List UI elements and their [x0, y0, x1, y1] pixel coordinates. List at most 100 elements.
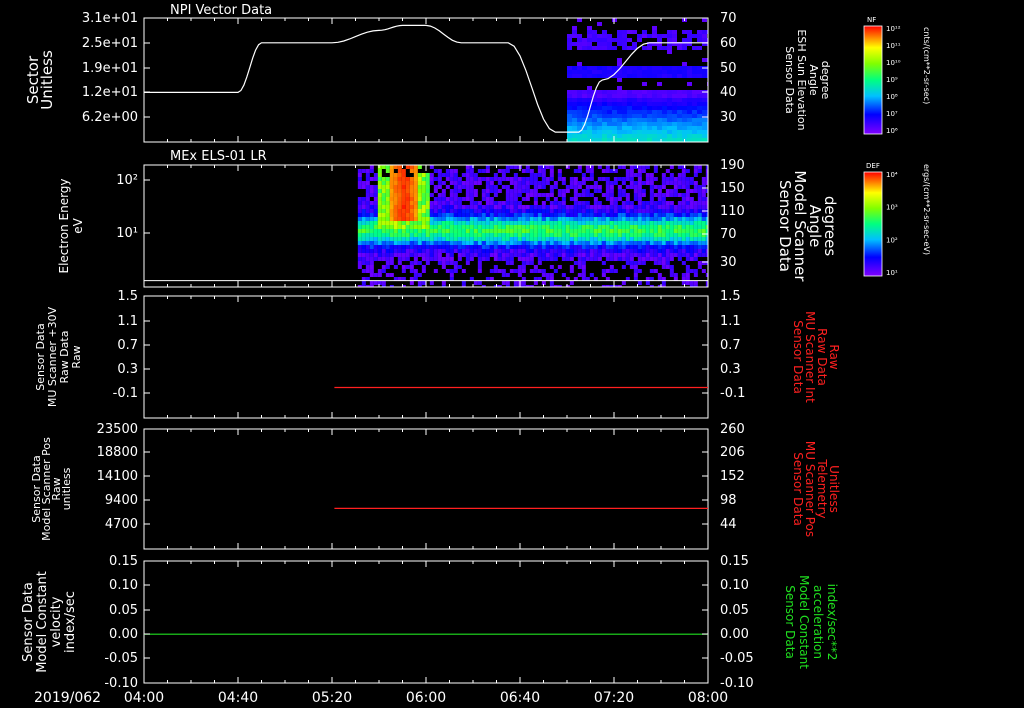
spectrogram-cell: [687, 74, 692, 78]
spectrogram-cell: [525, 261, 530, 265]
spectrogram-cell: [649, 253, 654, 257]
spectrogram-cell: [581, 225, 586, 229]
spectrogram-cell: [617, 205, 622, 209]
spectrogram-cell: [441, 261, 446, 265]
spectrogram-cell: [661, 229, 666, 233]
spectrogram-cell: [632, 138, 637, 142]
spectrogram-cell: [637, 34, 642, 38]
spectrogram-cell: [593, 225, 598, 229]
spectrogram-cell: [457, 197, 462, 201]
spectrogram-cell: [662, 106, 667, 110]
spectrogram-cell: [361, 209, 366, 213]
spectrogram-cell: [557, 237, 562, 241]
colorbar-tick-label: 10¹¹: [886, 42, 901, 50]
spectrogram-cell: [585, 237, 590, 241]
spectrogram-cell: [549, 221, 554, 225]
spectrogram-cell: [572, 138, 577, 142]
spectrogram-cell: [701, 177, 706, 181]
spectrogram-cell: [445, 249, 450, 253]
spectrogram-cell: [585, 193, 590, 197]
spectrogram-cell: [417, 249, 422, 253]
spectrogram-cell: [405, 181, 410, 185]
spectrogram-cell: [481, 177, 486, 181]
spectrogram-cell: [569, 217, 574, 221]
spectrogram-cell: [613, 213, 618, 217]
spectrogram-cell: [657, 34, 662, 38]
spectrogram-cell: [672, 94, 677, 98]
spectrogram-cell: [505, 217, 510, 221]
spectrogram-cell: [485, 237, 490, 241]
spectrogram-cell: [549, 169, 554, 173]
spectrogram-cell: [662, 94, 667, 98]
spectrogram-cell: [533, 185, 538, 189]
spectrogram-cell: [385, 265, 390, 269]
spectrogram-cell: [697, 118, 702, 122]
spectrogram-cell: [657, 253, 662, 257]
spectrogram-cell: [485, 245, 490, 249]
spectrogram-cell: [505, 225, 510, 229]
spectrogram-cell: [497, 169, 502, 173]
spectrogram-cell: [529, 257, 534, 261]
spectrogram-cell: [493, 173, 498, 177]
spectrogram-cell: [405, 165, 410, 169]
spectrogram-cell: [617, 34, 622, 38]
spectrogram-cell: [681, 249, 686, 253]
spectrogram-cell: [565, 229, 570, 233]
spectrogram-cell: [645, 225, 650, 229]
spectrogram-cell: [413, 249, 418, 253]
spectrogram-cell: [637, 106, 642, 110]
spectrogram-cell: [385, 261, 390, 265]
spectrogram-cell: [477, 237, 482, 241]
colorbar-def: DEF 10⁴10³10²10¹ ergs/(cm**2-sr-sec-eV): [863, 162, 931, 277]
spectrogram-cell: [421, 173, 426, 177]
spectrogram-cell: [681, 229, 686, 233]
spectrogram-cell: [682, 106, 687, 110]
spectrogram-cell: [577, 138, 582, 142]
spectrogram-cell: [572, 110, 577, 114]
colorbar-nf-ticks: 10¹²10¹¹10¹⁰10⁹10⁸10⁷10⁶: [886, 25, 901, 135]
spectrogram-cell: [441, 265, 446, 269]
spectrogram-cell: [481, 213, 486, 217]
spectrogram-cell: [373, 185, 378, 189]
spectrogram-cell: [637, 189, 642, 193]
spectrogram-cell: [617, 165, 622, 169]
spectrogram-cell: [687, 126, 692, 130]
spectrogram-cell: [607, 114, 612, 118]
spectrogram-cell: [373, 217, 378, 221]
spectrogram-cell: [597, 209, 602, 213]
spectrogram-cell: [429, 233, 434, 237]
left-axis-title: Model Constant: [35, 571, 50, 673]
spectrogram-cell: [629, 169, 634, 173]
spectrogram-cell: [441, 181, 446, 185]
spectrogram-cell: [417, 237, 422, 241]
spectrogram-cell: [657, 118, 662, 122]
right-axis-title: MU Scanner Pos: [803, 441, 817, 537]
spectrogram-cell: [393, 217, 398, 221]
spectrogram-cell: [369, 225, 374, 229]
spectrogram-cell: [617, 185, 622, 189]
spectrogram-cell: [385, 209, 390, 213]
spectrogram-cell: [369, 221, 374, 225]
spectrogram-cell: [501, 221, 506, 225]
spectrogram-cell: [613, 201, 618, 205]
spectrogram-cell: [637, 118, 642, 122]
spectrogram-cell: [477, 233, 482, 237]
spectrogram-cell: [657, 261, 662, 265]
spectrogram-cell: [497, 245, 502, 249]
spectrogram-cell: [453, 185, 458, 189]
spectrogram-cell: [425, 241, 430, 245]
spectrogram-cell: [413, 213, 418, 217]
spectrogram-cell: [425, 177, 430, 181]
spectrogram-cell: [652, 130, 657, 134]
spectrogram-cell: [697, 110, 702, 114]
spectrogram-cell: [553, 229, 558, 233]
spectrogram-cell: [685, 189, 690, 193]
spectrogram-cell: [485, 169, 490, 173]
spectrogram-cell: [649, 197, 654, 201]
spectrogram-cell: [373, 257, 378, 261]
spectrogram-cell: [449, 209, 454, 213]
spectrogram-cell: [537, 253, 542, 257]
spectrogram-cell: [633, 193, 638, 197]
spectrogram-cell: [517, 237, 522, 241]
spectrogram-cell: [525, 253, 530, 257]
